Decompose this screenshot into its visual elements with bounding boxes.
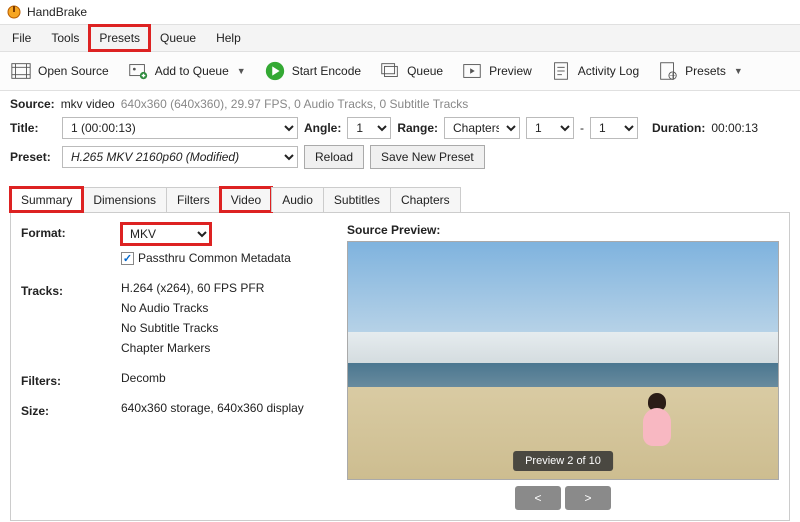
add-to-queue-caret-icon: ▼	[237, 66, 246, 76]
tracks-label: Tracks:	[21, 281, 121, 361]
preview-icon	[461, 60, 483, 82]
queue-label: Queue	[407, 64, 443, 78]
source-name: mkv video	[61, 97, 115, 111]
title-label: Title:	[10, 121, 56, 135]
title-select[interactable]: 1 (00:00:13)	[62, 117, 298, 139]
check-icon: ✓	[121, 252, 134, 265]
handbrake-logo-icon	[6, 4, 22, 20]
start-encode-label: Start Encode	[292, 64, 361, 78]
add-to-queue-label: Add to Queue	[155, 64, 229, 78]
duration-value: 00:00:13	[711, 121, 758, 135]
image-add-icon	[127, 60, 149, 82]
queue-button[interactable]: Queue	[373, 56, 449, 86]
tracks-body: H.264 (x264), 60 FPS PFR No Audio Tracks…	[121, 281, 331, 361]
tab-audio[interactable]: Audio	[271, 187, 324, 212]
preview-label: Preview	[489, 64, 532, 78]
preview-prev-button[interactable]: <	[515, 486, 561, 510]
open-source-button[interactable]: Open Source	[4, 56, 115, 86]
film-icon	[10, 60, 32, 82]
range-to-select[interactable]: 1	[590, 117, 638, 139]
duration-label: Duration:	[652, 121, 705, 135]
summary-right: Source Preview: Preview 2 of 10 < >	[347, 223, 779, 510]
preview-next-button[interactable]: >	[565, 486, 611, 510]
source-preview-image: Preview 2 of 10	[347, 241, 779, 480]
track-line-2: No Subtitle Tracks	[121, 321, 331, 335]
log-icon	[550, 60, 572, 82]
queue-icon	[379, 60, 401, 82]
titlebar: HandBrake	[0, 0, 800, 24]
presets-icon	[657, 60, 679, 82]
menu-presets[interactable]: Presets	[89, 25, 150, 51]
presets-caret-icon: ▼	[734, 66, 743, 76]
tab-subtitles[interactable]: Subtitles	[323, 187, 391, 212]
range-type-select[interactable]: Chapters	[444, 117, 520, 139]
source-info: 640x360 (640x360), 29.97 FPS, 0 Audio Tr…	[121, 97, 469, 111]
activity-log-label: Activity Log	[578, 64, 639, 78]
app-title: HandBrake	[27, 5, 87, 19]
track-line-0: H.264 (x264), 60 FPS PFR	[121, 281, 331, 295]
source-label: Source:	[10, 97, 55, 111]
presets-button[interactable]: Presets ▼	[651, 56, 749, 86]
preview-badge: Preview 2 of 10	[513, 451, 613, 471]
menu-file[interactable]: File	[2, 25, 41, 51]
activity-log-button[interactable]: Activity Log	[544, 56, 645, 86]
format-select[interactable]: MKV	[121, 223, 211, 245]
angle-label: Angle:	[304, 121, 341, 135]
menu-help[interactable]: Help	[206, 25, 251, 51]
preview-figure	[639, 393, 675, 451]
open-source-label: Open Source	[38, 64, 109, 78]
preset-label: Preset:	[10, 150, 56, 164]
tabs: Summary Dimensions Filters Video Audio S…	[10, 187, 790, 213]
tab-filters[interactable]: Filters	[166, 187, 221, 212]
tab-chapters[interactable]: Chapters	[390, 187, 461, 212]
summary-panel: Format: MKV ✓ Passthru Common Metadata T…	[10, 213, 790, 521]
tab-video[interactable]: Video	[220, 187, 272, 212]
menu-queue[interactable]: Queue	[150, 25, 206, 51]
toolbar: Open Source Add to Queue ▼ Start Encode …	[0, 52, 800, 91]
save-new-preset-button[interactable]: Save New Preset	[370, 145, 485, 169]
reload-button[interactable]: Reload	[304, 145, 364, 169]
range-from-select[interactable]: 1	[526, 117, 574, 139]
source-section: Source: mkv video 640x360 (640x360), 29.…	[0, 91, 800, 181]
filters-label: Filters:	[21, 371, 121, 391]
add-to-queue-button[interactable]: Add to Queue ▼	[121, 56, 252, 86]
format-label: Format:	[21, 223, 121, 271]
summary-left: Format: MKV ✓ Passthru Common Metadata T…	[21, 223, 331, 510]
passthru-label: Passthru Common Metadata	[138, 251, 291, 265]
preview-nav: < >	[347, 486, 779, 510]
passthru-checkbox[interactable]: ✓ Passthru Common Metadata	[121, 251, 291, 265]
presets-label: Presets	[685, 64, 726, 78]
filters-value: Decomb	[121, 371, 331, 385]
size-label: Size:	[21, 401, 121, 421]
menu-tools[interactable]: Tools	[41, 25, 89, 51]
tab-summary[interactable]: Summary	[10, 187, 83, 212]
angle-select[interactable]: 1	[347, 117, 391, 139]
track-line-1: No Audio Tracks	[121, 301, 331, 315]
size-value: 640x360 storage, 640x360 display	[121, 401, 331, 415]
range-label: Range:	[397, 121, 438, 135]
start-encode-button[interactable]: Start Encode	[258, 56, 367, 86]
range-dash: -	[580, 121, 584, 135]
preset-select[interactable]: H.265 MKV 2160p60 (Modified)	[62, 146, 298, 168]
play-icon	[264, 60, 286, 82]
track-line-3: Chapter Markers	[121, 341, 331, 355]
preview-button[interactable]: Preview	[455, 56, 538, 86]
source-preview-label: Source Preview:	[347, 223, 779, 237]
menubar: File Tools Presets Queue Help	[0, 24, 800, 52]
tab-dimensions[interactable]: Dimensions	[82, 187, 167, 212]
